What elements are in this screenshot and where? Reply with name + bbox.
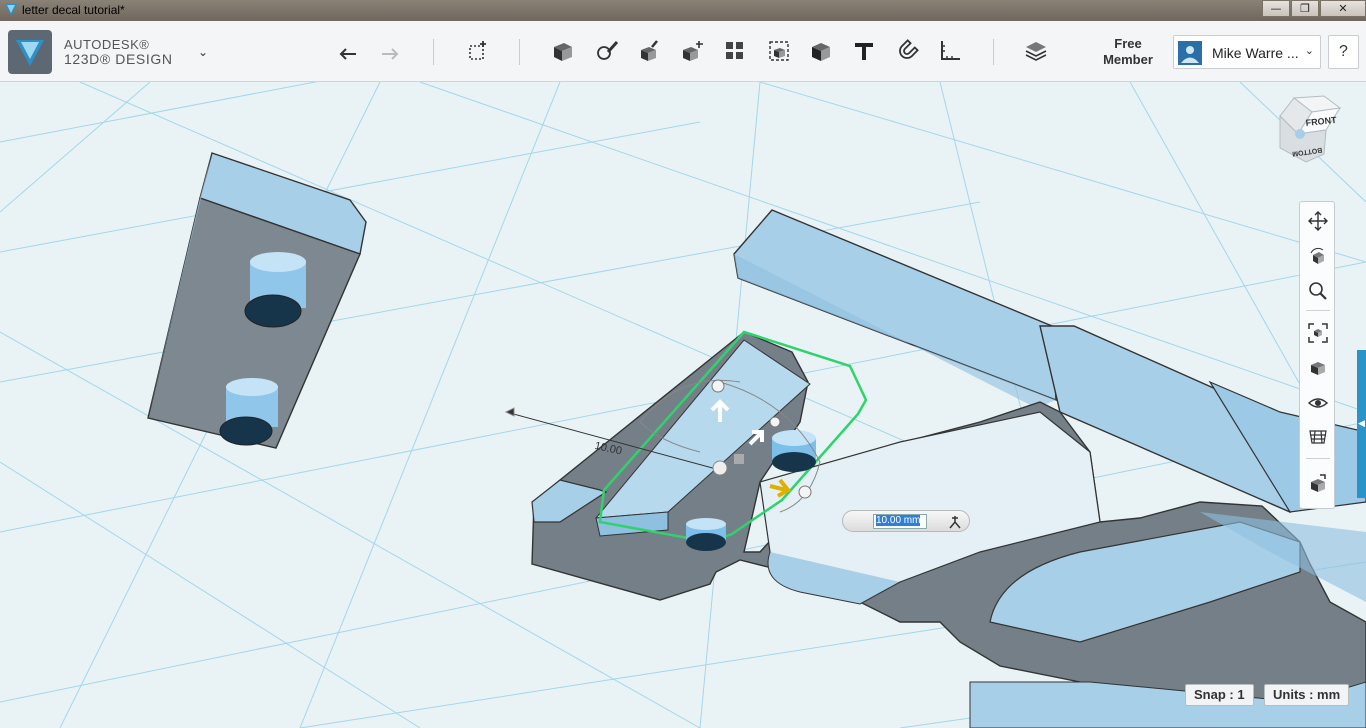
- viewcube-front-label: FRONT: [1305, 115, 1337, 128]
- toolbar-divider: [519, 39, 520, 65]
- chevron-down-icon: ⌄: [1304, 45, 1314, 57]
- pan-icon: [1308, 211, 1328, 231]
- membership-status[interactable]: Free Member: [1096, 36, 1160, 68]
- undo-button[interactable]: [332, 35, 364, 67]
- help-button[interactable]: ?: [1328, 35, 1359, 69]
- brand-line1: AUTODESK®: [64, 37, 150, 52]
- sketch-pen-icon: [597, 40, 619, 60]
- chevron-left-icon: ◀: [1358, 418, 1365, 428]
- nav-divider: [1306, 458, 1330, 459]
- measure-button[interactable]: [934, 35, 966, 67]
- main-toolbar: AUTODESK® 123D® DESIGN ⌄ Free Member Mik…: [0, 21, 1366, 82]
- user-name: Mike Warre ...: [1212, 45, 1299, 61]
- zoom-button[interactable]: [1305, 278, 1331, 304]
- fit-button[interactable]: [1305, 320, 1331, 346]
- toolbar-divider: [993, 39, 994, 65]
- close-button[interactable]: ✕: [1320, 0, 1366, 17]
- toolbar-divider: [433, 39, 434, 65]
- brand-line2: 123D® DESIGN: [64, 51, 173, 67]
- sketch-button[interactable]: [591, 35, 623, 67]
- orbit-icon: [1310, 247, 1324, 264]
- navigation-bar: [1299, 201, 1335, 509]
- ruler-icon: [941, 41, 960, 60]
- snap-setting-button[interactable]: Snap : 1: [1185, 684, 1254, 706]
- chevron-down-icon[interactable]: ⌄: [198, 45, 208, 59]
- object-snap-icon: [1311, 474, 1326, 492]
- 3d-viewport[interactable]: 10.00 10.00 mm FRONT BOTTOM ◀ Snap: 1 U…: [0, 82, 1366, 728]
- dimension-value: 10.00 mm: [876, 515, 921, 526]
- grid-material-button[interactable]: [1305, 424, 1331, 450]
- viewcube[interactable]: FRONT BOTTOM: [1276, 94, 1344, 166]
- membership-line2: Member: [1103, 52, 1153, 67]
- modify-button[interactable]: [677, 35, 709, 67]
- combine-button[interactable]: [805, 35, 837, 67]
- object-snap-button[interactable]: [1305, 470, 1331, 496]
- maximize-button[interactable]: ❐: [1291, 0, 1319, 17]
- units-setting-button[interactable]: Units : mm: [1264, 684, 1350, 706]
- text-button[interactable]: [848, 35, 880, 67]
- group-button[interactable]: [763, 35, 795, 67]
- orbit-button[interactable]: [1305, 244, 1331, 270]
- zoom-icon: [1309, 282, 1327, 300]
- window-title-bar: letter decal tutorial* — ❐ ✕: [0, 0, 1366, 21]
- group-icon: [769, 41, 789, 61]
- fit-icon: [1308, 323, 1328, 343]
- side-block-solid: [147, 152, 367, 449]
- modify-icon: [683, 41, 703, 61]
- transform-button[interactable]: [462, 35, 494, 67]
- membership-line1: Free: [1114, 36, 1142, 51]
- minimize-button[interactable]: —: [1262, 0, 1290, 17]
- magnet-icon: [899, 39, 919, 59]
- visibility-button[interactable]: [1305, 390, 1331, 416]
- redo-arrow-icon: [382, 48, 399, 60]
- view-style-button[interactable]: [1305, 354, 1331, 380]
- text-T-icon: [855, 43, 873, 60]
- app-logo-icon[interactable]: [8, 30, 52, 74]
- brand-name[interactable]: AUTODESK® 123D® DESIGN: [64, 37, 173, 67]
- pan-button[interactable]: [1305, 208, 1331, 234]
- primitives-button[interactable]: [547, 35, 579, 67]
- move-axis-icon[interactable]: [947, 514, 963, 530]
- construct-icon: [641, 40, 658, 61]
- layers-icon: [1025, 42, 1047, 61]
- pattern-button[interactable]: [719, 35, 751, 67]
- construct-button[interactable]: [633, 35, 665, 67]
- scene-canvas: [0, 82, 1366, 728]
- user-menu[interactable]: Mike Warre ... ⌄: [1173, 35, 1321, 69]
- app-logo-icon: [5, 4, 17, 16]
- material-button[interactable]: [1020, 35, 1052, 67]
- nav-divider: [1306, 310, 1330, 311]
- primitive-box-icon: [554, 43, 572, 61]
- undo-arrow-icon: [339, 48, 356, 60]
- view-style-icon: [1311, 362, 1325, 375]
- window-controls: — ❐ ✕: [1261, 0, 1366, 19]
- visibility-icon: [1308, 398, 1328, 408]
- dimension-input[interactable]: 10.00 mm: [873, 514, 927, 529]
- grid-material-icon: [1309, 430, 1327, 444]
- redo-button[interactable]: [374, 35, 406, 67]
- side-panel-tab[interactable]: ◀: [1357, 350, 1366, 498]
- dimension-input-box: 10.00 mm: [842, 510, 970, 532]
- avatar: [1178, 41, 1202, 65]
- combine-icon: [812, 43, 830, 61]
- transform-icon: [469, 41, 486, 60]
- window-title: letter decal tutorial*: [22, 3, 125, 17]
- snap-button[interactable]: [891, 35, 923, 67]
- letter-part-solid: [531, 209, 1366, 728]
- pattern-icon: [726, 42, 743, 59]
